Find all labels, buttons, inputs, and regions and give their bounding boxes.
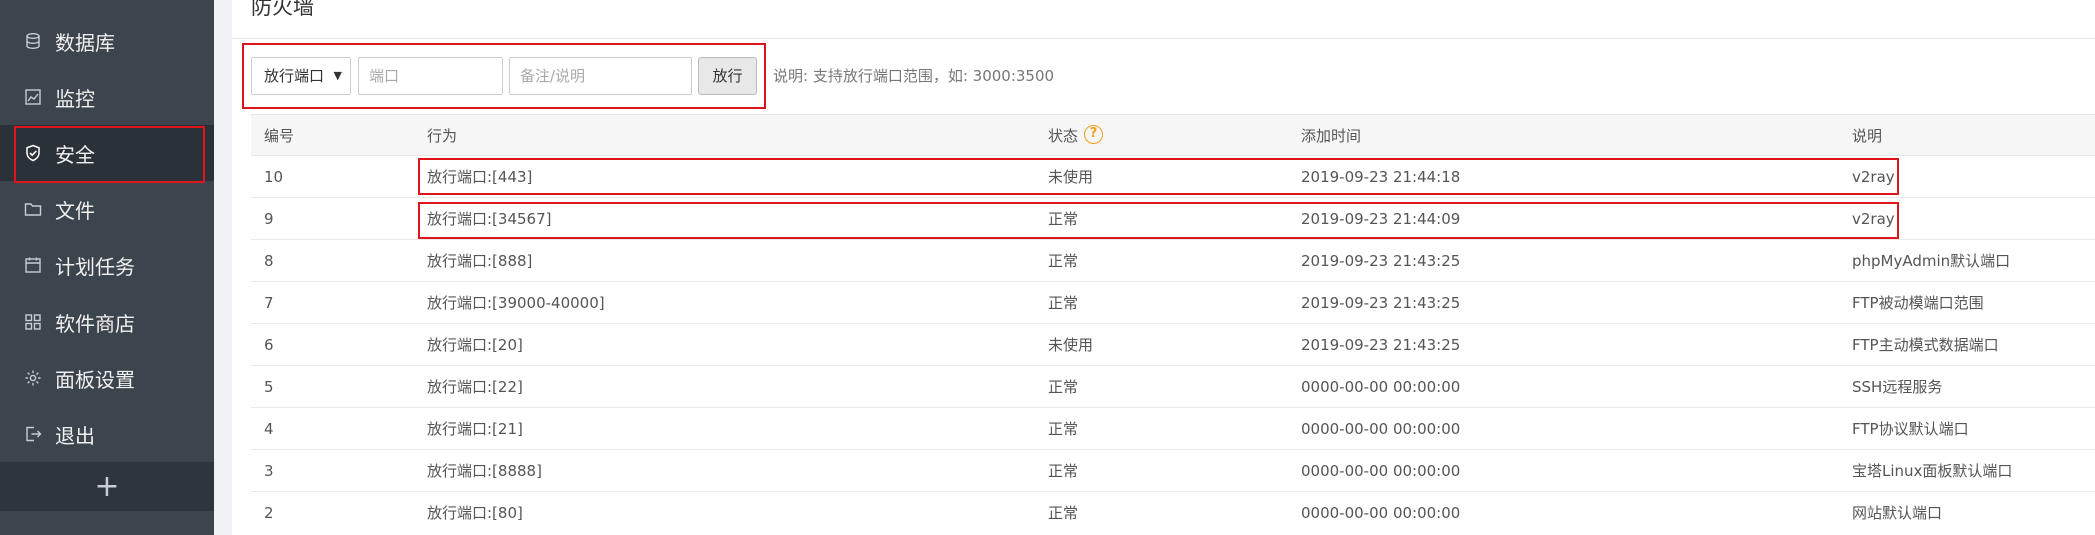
cell-action: 放行端口:[888] — [427, 252, 533, 270]
cell-action: 放行端口:[443] — [427, 168, 533, 186]
caret-down-icon: ▼ — [333, 69, 342, 82]
cell-time: 2019-09-23 21:44:18 — [1301, 168, 1461, 186]
logout-icon — [23, 424, 43, 444]
header-id: 编号 — [264, 127, 295, 145]
folder-icon — [23, 199, 43, 219]
table-header: 编号 行为 状态? 添加时间 说明 — [251, 114, 2095, 156]
cell-status: 正常 — [1048, 252, 1079, 270]
cell-action: 放行端口:[22] — [427, 378, 523, 396]
header-status-label: 状态 — [1048, 127, 1079, 145]
cell-status: 正常 — [1048, 504, 1079, 522]
shield-icon — [23, 143, 43, 163]
content-gutter — [214, 0, 232, 535]
cell-desc: FTP协议默认端口 — [1852, 420, 1969, 438]
cell-time: 2019-09-23 21:43:25 — [1301, 294, 1461, 312]
sidebar: 数据库 监控 安全 文件 计划任务 软件商店 面板设置 退出 + — [0, 0, 214, 535]
table-row[interactable]: 3 放行端口:[8888] 正常 0000-00-00 00:00:00 宝塔L… — [251, 450, 2095, 492]
sidebar-item-label: 安全 — [55, 142, 95, 167]
cell-desc: phpMyAdmin默认端口 — [1852, 252, 2011, 270]
table-row[interactable]: 7 放行端口:[39000-40000] 正常 2019-09-23 21:43… — [251, 282, 2095, 324]
gear-icon — [23, 368, 43, 388]
cell-status: 正常 — [1048, 294, 1079, 312]
cell-time: 2019-09-23 21:43:25 — [1301, 336, 1461, 354]
cell-id: 8 — [264, 252, 274, 270]
table-row[interactable]: 10 放行端口:[443] 未使用 2019-09-23 21:44:18 v2… — [251, 156, 2095, 198]
table-row[interactable]: 8 放行端口:[888] 正常 2019-09-23 21:43:25 phpM… — [251, 240, 2095, 282]
cell-id: 2 — [264, 504, 274, 522]
sidebar-item-label: 数据库 — [55, 30, 115, 55]
cell-desc: FTP主动模式数据端口 — [1852, 336, 1999, 354]
header-action: 行为 — [427, 127, 458, 145]
cell-action: 放行端口:[20] — [427, 336, 523, 354]
cell-time: 2019-09-23 21:43:25 — [1301, 252, 1461, 270]
cell-id: 10 — [264, 168, 284, 186]
sidebar-item-cron[interactable]: 计划任务 — [0, 237, 214, 293]
title-bar — [232, 0, 2095, 39]
cell-desc: v2ray — [1852, 210, 1895, 228]
cell-id: 4 — [264, 420, 274, 438]
page-title: 防火墙 — [251, 0, 314, 19]
header-desc: 说明 — [1852, 127, 1883, 145]
header-time: 添加时间 — [1301, 127, 1362, 145]
sidebar-item-label: 退出 — [55, 423, 95, 448]
table-row[interactable]: 2 放行端口:[80] 正常 0000-00-00 00:00:00 网站默认端… — [251, 492, 2095, 534]
cell-time: 0000-00-00 00:00:00 — [1301, 420, 1461, 438]
allow-button[interactable]: 放行 — [698, 57, 757, 95]
cell-id: 9 — [264, 210, 274, 228]
cell-desc: SSH远程服务 — [1852, 378, 1943, 396]
cell-action: 放行端口:[34567] — [427, 210, 552, 228]
cell-time: 0000-00-00 00:00:00 — [1301, 462, 1461, 480]
sidebar-item-store[interactable]: 软件商店 — [0, 294, 214, 350]
sidebar-item-label: 计划任务 — [55, 254, 135, 279]
cell-id: 7 — [264, 294, 274, 312]
sidebar-item-logout[interactable]: 退出 — [0, 406, 214, 462]
cell-action: 放行端口:[8888] — [427, 462, 542, 480]
cell-status: 未使用 — [1048, 168, 1094, 186]
cell-status: 正常 — [1048, 420, 1079, 438]
database-icon — [23, 31, 43, 51]
cell-desc: v2ray — [1852, 168, 1895, 186]
cell-action: 放行端口:[80] — [427, 504, 523, 522]
help-icon[interactable]: ? — [1084, 125, 1104, 144]
sidebar-item-files[interactable]: 文件 — [0, 181, 214, 237]
sidebar-item-label: 监控 — [55, 86, 95, 111]
table-row[interactable]: 9 放行端口:[34567] 正常 2019-09-23 21:44:09 v2… — [251, 198, 2095, 240]
cell-status: 正常 — [1048, 378, 1079, 396]
cell-time: 2019-09-23 21:44:09 — [1301, 210, 1461, 228]
header-status: 状态? — [1048, 115, 1104, 157]
sidebar-item-label: 面板设置 — [55, 367, 135, 392]
sidebar-item-security[interactable]: 安全 — [0, 125, 214, 181]
cell-desc: 宝塔Linux面板默认端口 — [1852, 462, 2013, 480]
cell-time: 0000-00-00 00:00:00 — [1301, 378, 1461, 396]
cell-action: 放行端口:[39000-40000] — [427, 294, 605, 312]
table-row[interactable]: 5 放行端口:[22] 正常 0000-00-00 00:00:00 SSH远程… — [251, 366, 2095, 408]
table-row[interactable]: 4 放行端口:[21] 正常 0000-00-00 00:00:00 FTP协议… — [251, 408, 2095, 450]
monitor-icon — [23, 87, 43, 107]
calendar-icon — [23, 255, 43, 275]
cell-time: 0000-00-00 00:00:00 — [1301, 504, 1461, 522]
add-button[interactable]: + — [0, 462, 214, 511]
grid-icon — [23, 312, 43, 332]
table-row[interactable]: 6 放行端口:[20] 未使用 2019-09-23 21:43:25 FTP主… — [251, 324, 2095, 366]
sidebar-item-database[interactable]: 数据库 — [0, 13, 214, 69]
cell-status: 未使用 — [1048, 336, 1094, 354]
cell-action: 放行端口:[21] — [427, 420, 523, 438]
cell-desc: 网站默认端口 — [1852, 504, 1943, 522]
cell-id: 6 — [264, 336, 274, 354]
rule-type-select[interactable]: 放行端口 ▼ — [251, 57, 351, 95]
cell-status: 正常 — [1048, 210, 1079, 228]
sidebar-item-settings[interactable]: 面板设置 — [0, 350, 214, 406]
cell-desc: FTP被动模端口范围 — [1852, 294, 1984, 312]
cell-id: 5 — [264, 378, 274, 396]
sidebar-item-label: 文件 — [55, 198, 95, 223]
sidebar-item-monitor[interactable]: 监控 — [0, 69, 214, 125]
cell-status: 正常 — [1048, 462, 1079, 480]
port-input[interactable] — [358, 57, 503, 95]
rule-type-value: 放行端口 — [264, 67, 325, 85]
sidebar-item-label: 软件商店 — [55, 311, 135, 336]
note-input[interactable] — [509, 57, 692, 95]
hint-text: 说明: 支持放行端口范围，如: 3000:3500 — [773, 67, 1055, 85]
cell-id: 3 — [264, 462, 274, 480]
